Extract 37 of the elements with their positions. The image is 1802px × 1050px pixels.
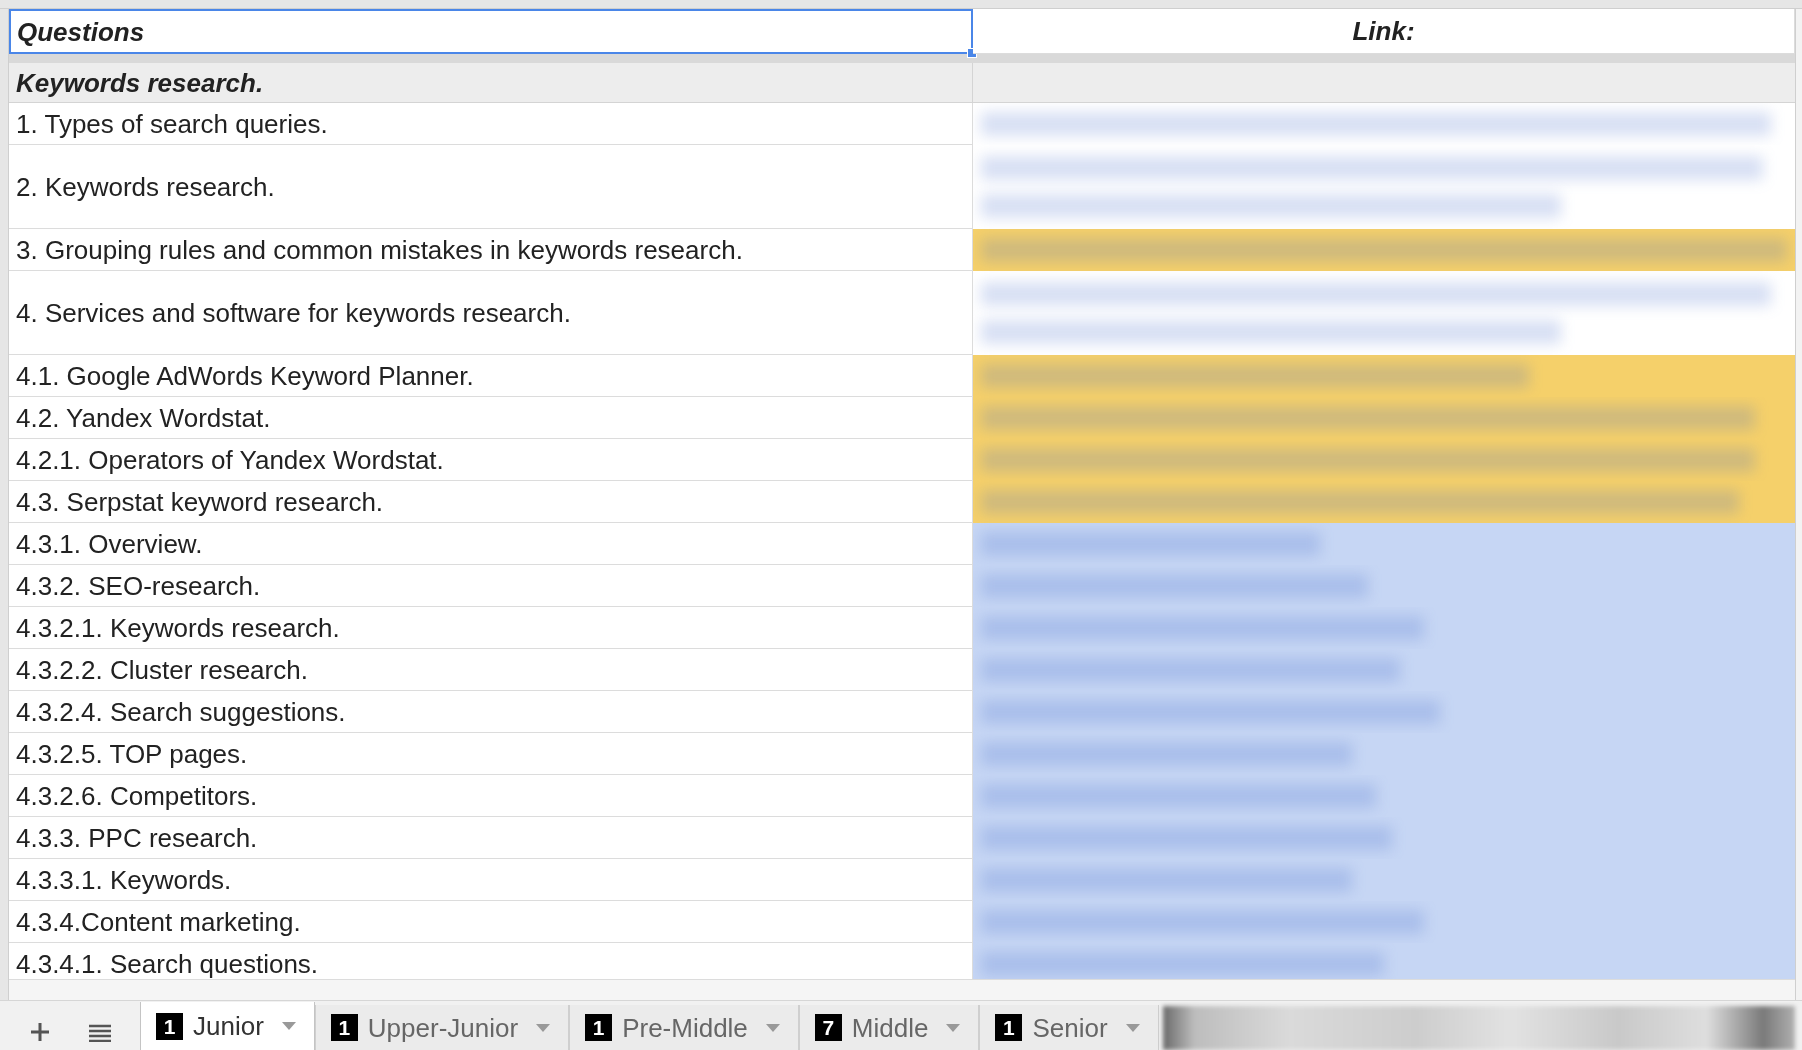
table-cell: 2. Keywords research.	[9, 145, 973, 229]
sheet-tab[interactable]: 1 Upper-Junior	[314, 1005, 570, 1050]
caret-icon[interactable]	[1125, 1023, 1140, 1032]
sheet-list-icon[interactable]	[88, 1024, 111, 1042]
count-badge: 1	[995, 1014, 1023, 1041]
table-cell: 4.3.4.Content marketing.	[9, 901, 973, 943]
caret-icon[interactable]	[765, 1023, 780, 1032]
table-cell: 4.3.2.1. Keywords research.	[9, 607, 973, 649]
add-sheet-icon[interactable]	[29, 1022, 50, 1042]
table-cell: 4.3.2.4. Search suggestions.	[9, 691, 973, 733]
table-cell: 4.2. Yandex Wordstat.	[9, 397, 973, 439]
table-cell: 4.3.2. SEO-research.	[9, 565, 973, 607]
table-cell: 4.3.2.6. Competitors.	[9, 775, 973, 817]
count-badge: 1	[330, 1014, 358, 1041]
count-badge: 7	[814, 1014, 842, 1041]
section-heading: Keywords research.	[16, 67, 264, 98]
sheet-tab[interactable]: 1 Pre-Middle	[569, 1005, 799, 1050]
table-cell: 4.3. Serpstat keyword research.	[9, 481, 973, 523]
table-cell: 4.3.3.1. Keywords.	[9, 859, 973, 901]
table-cell: 4.1. Google AdWords Keyword Planner.	[9, 355, 973, 397]
table-cell: 3. Grouping rules and common mistakes in keywords research.	[9, 229, 973, 271]
column-header: Link:	[973, 9, 1795, 54]
table-cell: 1. Types of search queries.	[9, 103, 973, 145]
table-cell: 4.3.3. PPC research.	[9, 817, 973, 859]
table-cell: 4.3.2.2. Cluster research.	[9, 649, 973, 691]
caret-icon[interactable]	[281, 1022, 296, 1030]
table-cell: 4.2.1. Operators of Yandex Wordstat.	[9, 439, 973, 481]
count-badge: 1	[156, 1012, 183, 1040]
table-cell: 4.3.2.5. TOP pages.	[9, 733, 973, 775]
caret-icon[interactable]	[946, 1023, 961, 1032]
sheet-tab[interactable]: 1 Junior	[140, 1002, 315, 1050]
table-cell: 4. Services and software for keywords research.	[9, 271, 973, 355]
caret-icon[interactable]	[536, 1023, 551, 1032]
count-badge: 1	[585, 1014, 613, 1041]
sheet-tab[interactable]: 1 Senior	[979, 1005, 1159, 1050]
sheet-tab[interactable]: 7 Middle	[798, 1005, 980, 1050]
table-cell: 4.3.1. Overview.	[9, 523, 973, 565]
